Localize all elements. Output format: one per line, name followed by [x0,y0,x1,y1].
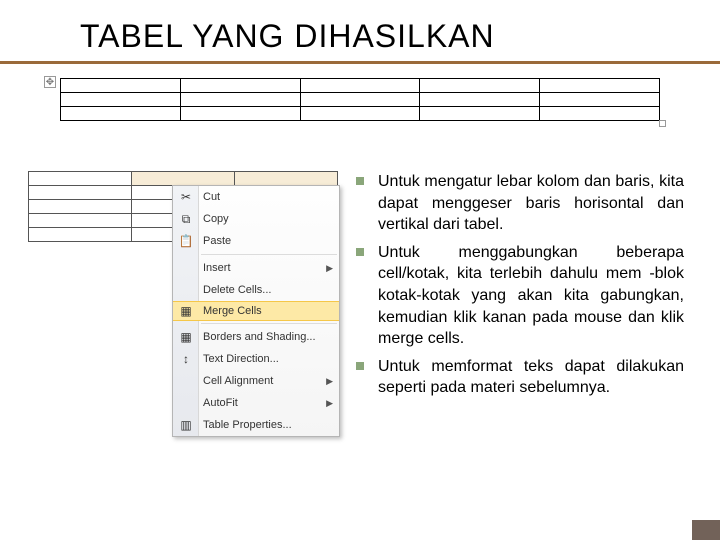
menu-item-merge-cells[interactable]: ▦ Merge Cells [173,301,339,321]
menu-label: Borders and Shading... [203,331,316,343]
slide-corner-decoration [692,520,720,540]
bullet-list: Untuk mengatur lebar kolom dan baris, ki… [356,171,684,405]
bullet-icon [356,248,364,256]
menu-separator [201,254,337,255]
table-resize-handle-icon[interactable] [659,120,666,127]
chevron-right-icon: ▶ [326,398,333,409]
menu-label: Text Direction... [203,353,279,365]
menu-item-delete-cells[interactable]: Delete Cells... [173,279,339,301]
menu-label: Cut [203,191,220,203]
chevron-right-icon: ▶ [326,376,333,387]
bullet-icon [356,177,364,185]
bullet-text: Untuk memformat teks dapat dilakukan sep… [378,356,684,399]
sample-table-top: ✥ [60,78,660,121]
list-item: Untuk menggabungkan beberapa cell/kotak,… [356,242,684,350]
bullet-icon [356,362,364,370]
menu-label: Paste [203,235,231,247]
paste-icon: 📋 [177,234,195,248]
menu-item-paste[interactable]: 📋 Paste [173,230,339,252]
chevron-right-icon: ▶ [326,263,333,274]
menu-item-copy[interactable]: ⧉ Copy [173,208,339,230]
menu-label: AutoFit [203,397,238,409]
menu-item-insert[interactable]: Insert ▶ [173,257,339,279]
menu-item-borders[interactable]: ▦ Borders and Shading... [173,326,339,348]
table-move-handle-icon[interactable]: ✥ [44,76,56,88]
menu-label: Cell Alignment [203,375,273,387]
menu-item-cut[interactable]: ✂ Cut [173,186,339,208]
bullet-text: Untuk menggabungkan beberapa cell/kotak,… [378,242,684,350]
menu-item-text-direction[interactable]: ↕ Text Direction... [173,348,339,370]
text-direction-icon: ↕ [177,352,195,366]
menu-item-cell-alignment[interactable]: Cell Alignment ▶ [173,370,339,392]
page-title: TABEL YANG DIHASILKAN [0,0,720,64]
menu-label: Insert [203,262,231,274]
menu-label: Copy [203,213,229,225]
list-item: Untuk mengatur lebar kolom dan baris, ki… [356,171,684,236]
table-grid[interactable] [60,78,660,121]
menu-item-table-properties[interactable]: ▥ Table Properties... [173,414,339,436]
menu-label: Delete Cells... [203,284,271,296]
borders-icon: ▦ [177,330,195,344]
copy-icon: ⧉ [177,212,195,227]
bullet-text: Untuk mengatur lebar kolom dan baris, ki… [378,171,684,236]
menu-item-autofit[interactable]: AutoFit ▶ [173,392,339,414]
menu-separator [201,323,337,324]
merge-cells-icon: ▦ [177,304,195,318]
table-properties-icon: ▥ [177,418,195,432]
menu-label: Merge Cells [203,305,262,317]
cut-icon: ✂ [177,190,195,204]
menu-label: Table Properties... [203,419,292,431]
list-item: Untuk memformat teks dapat dilakukan sep… [356,356,684,399]
context-menu: ✂ Cut ⧉ Copy 📋 Paste Insert ▶ Delete C [172,185,340,437]
